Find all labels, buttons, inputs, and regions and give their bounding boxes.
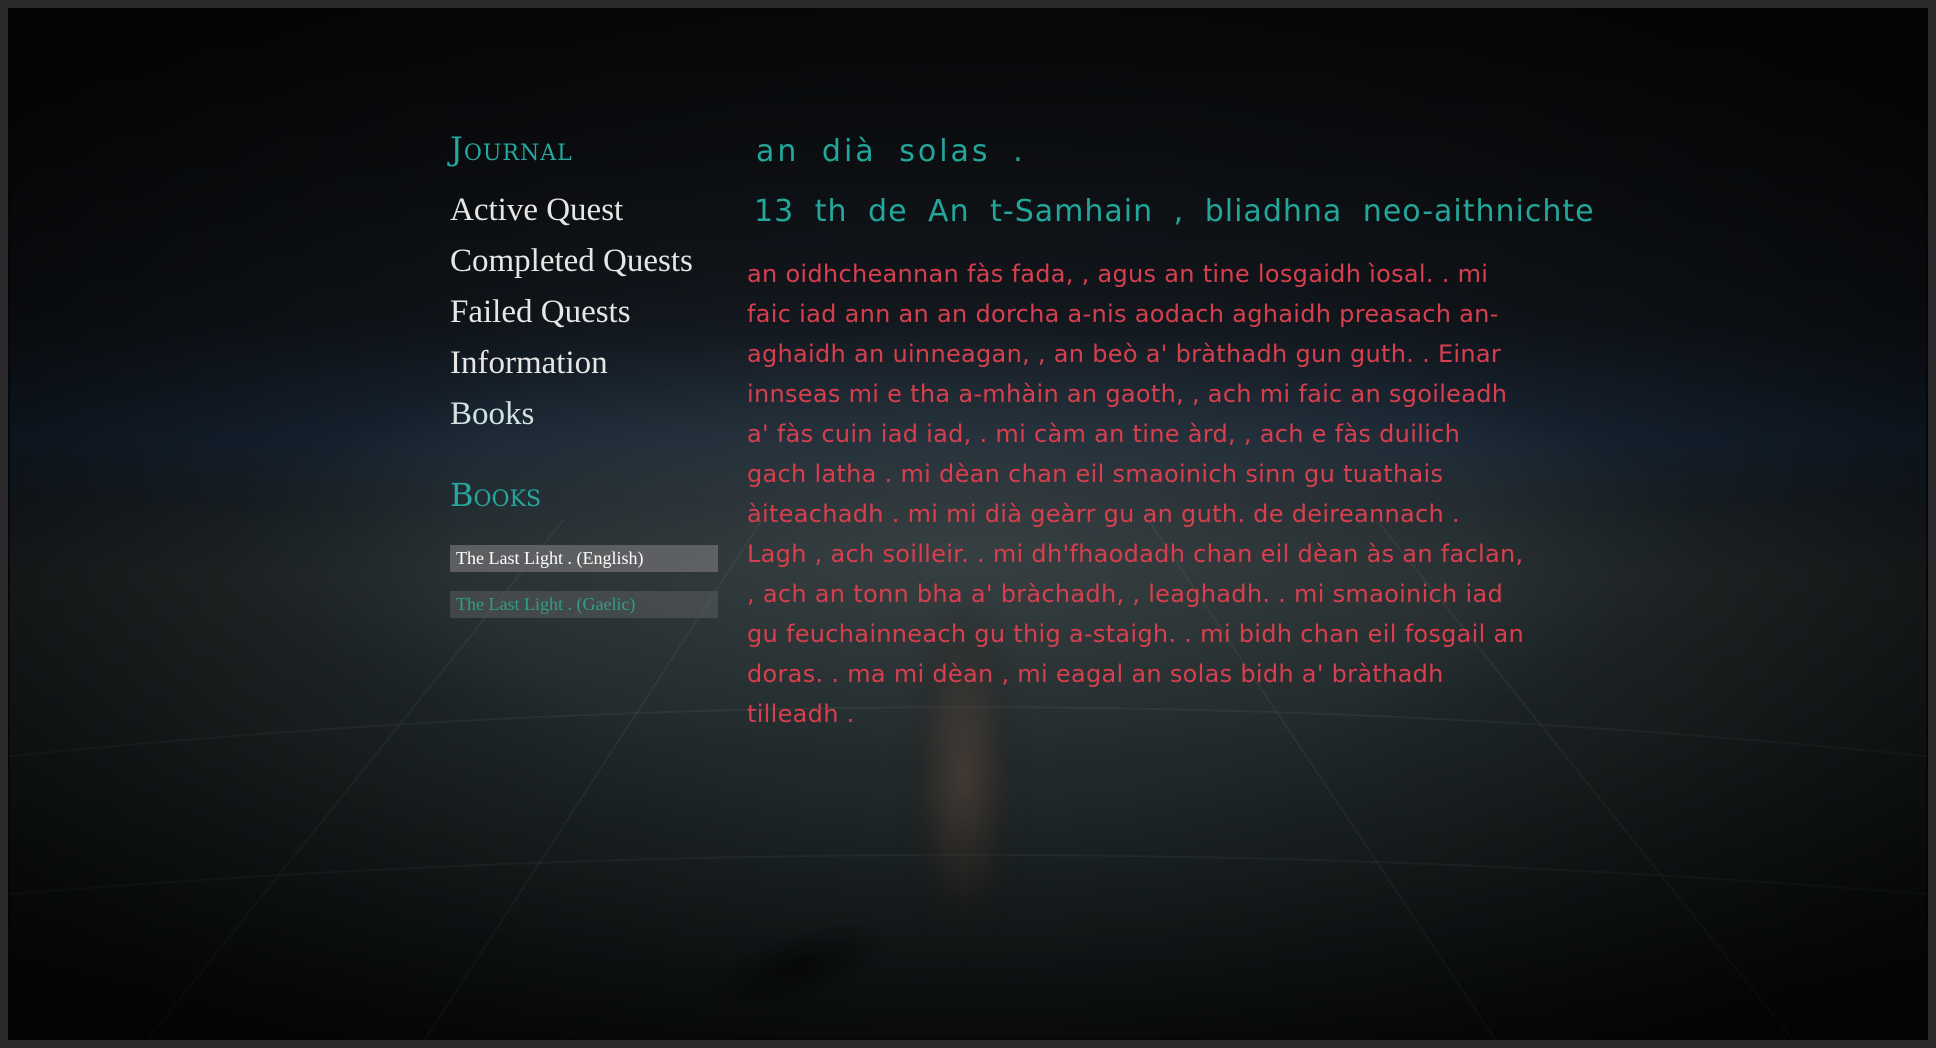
- journal-title: Journal: [450, 130, 573, 168]
- journal-nav: Active Quest Completed Quests Failed Que…: [450, 190, 693, 445]
- nav-completed-quests[interactable]: Completed Quests: [450, 241, 693, 292]
- book-item-last-light-gaelic[interactable]: The Last Light . (Gaelic): [450, 591, 718, 618]
- nav-information[interactable]: Information: [450, 343, 693, 394]
- nav-books[interactable]: Books: [450, 394, 693, 445]
- books-section-heading: Books: [450, 476, 542, 514]
- book-page-date: 13 th de An t-Samhain , bliadhna neo-ait…: [754, 194, 1595, 229]
- nav-active-quest[interactable]: Active Quest: [450, 190, 693, 241]
- nav-failed-quests[interactable]: Failed Quests: [450, 292, 693, 343]
- book-item-last-light-english[interactable]: The Last Light . (English): [450, 545, 718, 572]
- book-page-title: an dià solas .: [756, 134, 1026, 169]
- book-page-body: an oidhcheannan fàs fada, , agus an tine…: [747, 260, 1525, 728]
- game-journal-screen: Journal Active Quest Completed Quests Fa…: [0, 0, 1936, 1048]
